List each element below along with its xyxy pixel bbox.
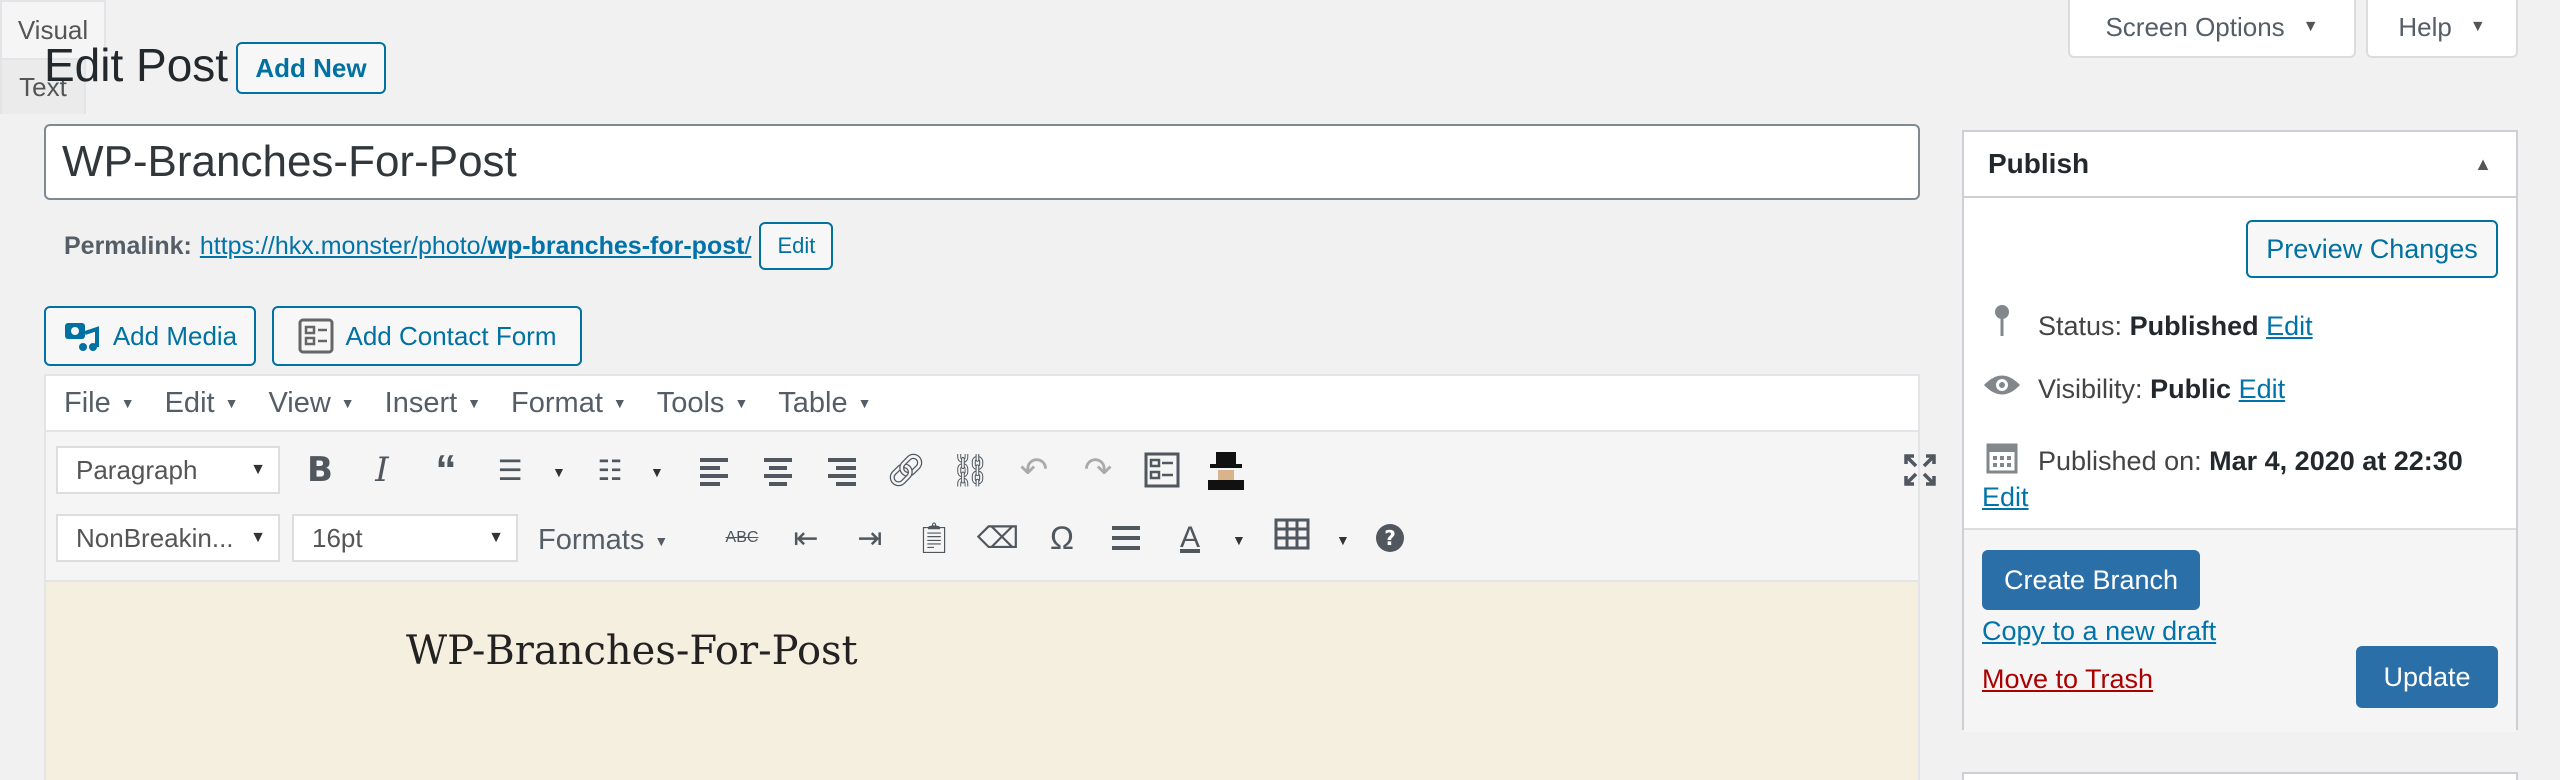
chevron-down-icon: ▼ [2469, 18, 2486, 35]
font-size-select[interactable]: 16pt ▼ [292, 514, 518, 562]
menu-file[interactable]: File ▼ [64, 387, 135, 420]
bullet-list-icon[interactable]: ☰ [486, 446, 534, 494]
chevron-down-icon[interactable]: ▼ [650, 464, 664, 480]
editor-content-title[interactable]: WP-Branches-For-Post [406, 628, 858, 674]
menu-insert[interactable]: Insert ▼ [385, 387, 481, 420]
calendar-icon [1982, 440, 2022, 482]
add-new-button[interactable]: Add New [236, 42, 386, 94]
italic-icon[interactable]: I [358, 446, 406, 494]
form-icon [298, 318, 333, 354]
clear-formatting-icon[interactable]: ⌫ [974, 514, 1022, 562]
visibility-edit-link[interactable]: Edit [2239, 374, 2286, 404]
page-title: Edit Post [44, 39, 229, 91]
status-edit-link[interactable]: Edit [2266, 311, 2313, 341]
editor-toolbar: Paragraph ▼ B I “ ☰ ▼ ☷ ▼ 🔗︎ ⛓︎ ↶ ↷ NonBr… [46, 432, 1936, 582]
link-icon[interactable]: 🔗︎ [882, 446, 930, 494]
undo-icon[interactable]: ↶ [1010, 446, 1058, 494]
visibility-row: Visibility: Public Edit [1982, 372, 2285, 406]
published-on-row: Published on: Mar 4, 2020 at 22:30 [1982, 440, 2463, 482]
strikethrough-icon[interactable]: ABC [718, 514, 766, 562]
toolbar-toggle-icon[interactable] [1138, 446, 1186, 494]
chevron-down-icon[interactable]: ▼ [1336, 532, 1350, 548]
align-right-icon[interactable] [818, 446, 866, 494]
align-left-icon[interactable] [690, 446, 738, 494]
create-branch-button[interactable]: Create Branch [1982, 550, 2200, 610]
redo-icon[interactable]: ↷ [1074, 446, 1122, 494]
pin-icon [1982, 304, 2022, 348]
help-icon[interactable]: ? [1366, 514, 1414, 562]
bold-icon[interactable]: B [296, 446, 344, 494]
media-icon [64, 323, 99, 351]
eye-icon [1982, 372, 2022, 406]
menu-edit[interactable]: Edit ▼ [165, 387, 239, 420]
menu-format[interactable]: Format ▼ [511, 387, 627, 420]
special-character-icon[interactable]: Ω [1038, 514, 1086, 562]
spy-icon[interactable] [1202, 446, 1250, 494]
publish-box: Publish ▲ Preview Changes Status: Publis… [1962, 130, 2518, 732]
post-title-input[interactable]: WP-Branches-For-Post [44, 124, 1920, 200]
status-row: Status: Published Edit [1982, 304, 2313, 348]
move-to-trash-link[interactable]: Move to Trash [1982, 664, 2153, 695]
publish-actions: Create Branch Copy to a new draft Move t… [1964, 528, 2516, 732]
update-button[interactable]: Update [2356, 646, 2498, 708]
text-color-icon[interactable]: A [1166, 514, 1214, 562]
add-media-label: Add Media [112, 320, 238, 351]
secondary-meta-box [1962, 772, 2518, 780]
add-contact-form-button[interactable]: Add Contact Form [272, 306, 582, 366]
editor: File ▼ Edit ▼ View ▼ Insert ▼ Format ▼ Tools ▼… [44, 374, 1936, 780]
menu-tools[interactable]: Tools ▼ [657, 387, 749, 420]
formats-dropdown[interactable]: Formats ▼ [538, 524, 668, 557]
help-tab[interactable]: Help ▼ [2366, 0, 2518, 58]
align-center-icon[interactable] [754, 446, 802, 494]
editor-menubar: File ▼ Edit ▼ View ▼ Insert ▼ Format ▼ Tools ▼… [46, 376, 1918, 432]
chevron-down-icon: ▼ [654, 532, 669, 549]
preview-changes-button[interactable]: Preview Changes [2246, 220, 2498, 278]
chevron-down-icon: ▼ [2302, 18, 2319, 35]
add-contact-form-label: Add Contact Form [345, 320, 557, 351]
add-media-button[interactable]: Add Media [44, 306, 256, 366]
permalink-link[interactable]: https://hkx.monster/photo/wp-branches-fo… [200, 232, 752, 261]
paragraph-select[interactable]: Paragraph ▼ [56, 446, 280, 494]
permalink-row: Permalink: https://hkx.monster/photo/wp-… [64, 222, 834, 270]
chevron-down-icon[interactable]: ▼ [1232, 532, 1246, 548]
outdent-icon[interactable]: ⇤ [782, 514, 830, 562]
menu-view[interactable]: View ▼ [268, 387, 354, 420]
permalink-label: Permalink: [64, 231, 192, 260]
fullscreen-icon[interactable] [1896, 446, 1944, 494]
unlink-icon[interactable]: ⛓︎ [946, 446, 994, 494]
screen-options-tab[interactable]: Screen Options ▼ [2068, 0, 2356, 58]
help-label: Help [2398, 11, 2452, 42]
paste-text-icon[interactable]: 📋︎ [910, 514, 958, 562]
collapse-arrow-icon[interactable]: ▲ [2474, 154, 2492, 175]
permalink-edit-button[interactable]: Edit [759, 222, 834, 270]
numbered-list-icon[interactable]: ☷ [586, 446, 634, 494]
publish-title: Publish [1988, 148, 2090, 179]
copy-to-draft-link[interactable]: Copy to a new draft [1982, 616, 2216, 647]
published-on-edit-link[interactable]: Edit [1982, 482, 2029, 513]
font-family-select[interactable]: NonBreakin... ▼ [56, 514, 280, 562]
menu-table[interactable]: Table ▼ [778, 387, 871, 420]
svg-text:?: ? [1384, 526, 1396, 550]
table-icon[interactable] [1268, 512, 1316, 560]
publish-header[interactable]: Publish ▲ [1964, 132, 2516, 198]
screen-options-label: Screen Options [2105, 11, 2285, 42]
blockquote-icon[interactable]: “ [422, 446, 470, 494]
indent-icon[interactable]: ⇥ [846, 514, 894, 562]
horizontal-line-icon[interactable] [1102, 514, 1150, 562]
chevron-down-icon[interactable]: ▼ [552, 464, 566, 480]
